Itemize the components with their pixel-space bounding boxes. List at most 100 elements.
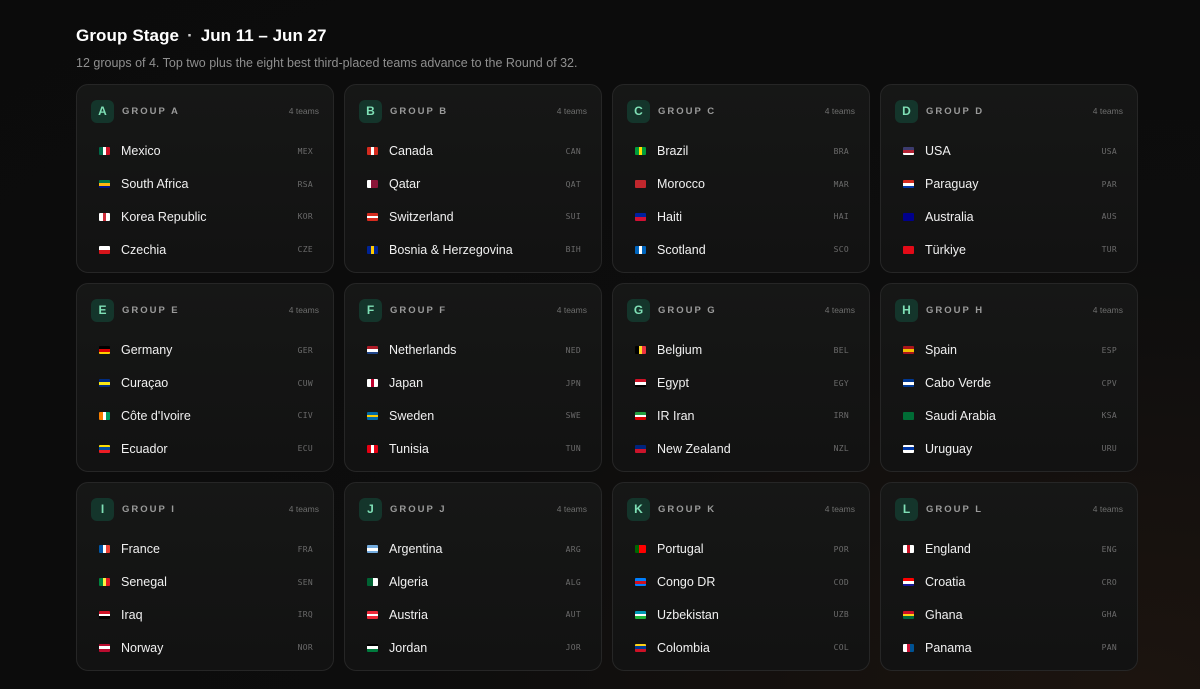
team-name: Sweden [389, 408, 435, 423]
group-card-e[interactable]: E GROUP E 4 teams Germany GER Curaçao CUW Côte … [76, 283, 334, 472]
flag-icon [635, 379, 646, 388]
team-row[interactable]: Senegal SEN [91, 566, 319, 599]
team-name: Türkiye [925, 242, 966, 257]
team-row[interactable]: Paraguay PAR [895, 168, 1123, 201]
group-card-k[interactable]: K GROUP K 4 teams Portugal POR Congo DR COD Uzb… [612, 482, 870, 671]
group-label: GROUP H [926, 304, 985, 316]
team-name: Iraq [121, 607, 143, 622]
group-card-header: A GROUP A 4 teams [91, 99, 319, 123]
team-name: Panama [925, 640, 972, 655]
team-row[interactable]: Sweden SWE [359, 400, 587, 433]
group-card-c[interactable]: C GROUP C4 teams Brazil BRA Morocco MAR Haiti H… [612, 84, 870, 273]
team-row[interactable]: Qatar QAT [359, 168, 587, 201]
team-code: CIV [297, 411, 313, 421]
team-row[interactable]: Congo DR COD [627, 566, 855, 599]
team-row[interactable]: Curaçao CUW [91, 367, 319, 400]
team-row[interactable]: Colombia COL [627, 631, 855, 664]
flag-icon [99, 545, 110, 554]
team-count: 4 teams [824, 305, 855, 315]
team-row[interactable]: New Zealand NZL [627, 432, 855, 465]
team-row[interactable]: Switzerland SUI [359, 201, 587, 234]
team-row[interactable]: Saudi Arabia KSA [895, 400, 1123, 433]
team-row[interactable]: Croatia CRO [895, 566, 1123, 599]
team-row[interactable]: Cabo Verde CPV [895, 367, 1123, 400]
team-row[interactable]: England ENG [895, 533, 1123, 566]
team-code: PAR [1101, 179, 1117, 189]
team-row[interactable]: Haiti HAI [627, 201, 855, 234]
team-name: Norway [121, 640, 164, 655]
team-row[interactable]: Iraq IRQ [91, 599, 319, 632]
team-row[interactable]: Jordan JOR [359, 631, 587, 664]
team-row[interactable]: Japan JPN [359, 367, 587, 400]
flag-icon [99, 379, 110, 388]
team-row[interactable]: Australia AUS [895, 201, 1123, 234]
flag-icon [903, 346, 914, 355]
team-row[interactable]: France FRA [91, 533, 319, 566]
group-card-a[interactable]: A GROUP A 4 teams Mexico MEX South Africa RSA K… [76, 84, 334, 273]
team-row[interactable]: Ghana GHA [895, 599, 1123, 632]
team-row[interactable]: USA USA [895, 135, 1123, 168]
team-row[interactable]: Morocco MAR [627, 168, 855, 201]
team-row[interactable]: South Africa RSA [91, 168, 319, 201]
team-row[interactable]: Panama PAN [895, 631, 1123, 664]
team-row[interactable]: Spain ESP [895, 334, 1123, 367]
team-row[interactable]: Canada CAN [359, 135, 587, 168]
team-name: Australia [925, 209, 974, 224]
team-count: 4 teams [288, 504, 319, 514]
flag-icon [367, 643, 378, 652]
flag-icon [99, 147, 110, 156]
team-name: IR Iran [657, 408, 695, 423]
team-row[interactable]: Argentina ARG [359, 533, 587, 566]
team-row[interactable]: Egypt EGY [627, 367, 855, 400]
team-row[interactable]: Uzbekistan UZB [627, 599, 855, 632]
team-row[interactable]: Austria AUT [359, 599, 587, 632]
team-row[interactable]: Ecuador ECU [91, 432, 319, 465]
team-row[interactable]: Bosnia & Herzegovina BIH [359, 233, 587, 266]
team-row[interactable]: Uruguay URU [895, 432, 1123, 465]
group-label: GROUP F [390, 304, 448, 316]
team-name: Switzerland [389, 209, 454, 224]
group-card-j[interactable]: J GROUP J 4 teams Argentina ARG Algeria ALG Aus… [344, 482, 602, 671]
groups-grid: A GROUP A 4 teams Mexico MEX South Africa RSA K… [76, 84, 1138, 671]
team-row[interactable]: Mexico MEX [91, 135, 319, 168]
team-row[interactable]: Belgium BEL [627, 334, 855, 367]
group-card-g[interactable]: G GROUP G 4 teams Belgium BEL Egypt EGY IR Iran… [612, 283, 870, 472]
team-row[interactable]: Tunisia TUN [359, 432, 587, 465]
flag-icon [99, 411, 110, 420]
team-code: NOR [297, 643, 313, 653]
team-row[interactable]: Côte d'Ivoire CIV [91, 400, 319, 433]
flag-icon [903, 147, 914, 156]
team-row[interactable]: Germany GER [91, 334, 319, 367]
team-row[interactable]: Korea Republic KOR [91, 201, 319, 234]
team-name: Paraguay [925, 177, 979, 192]
team-code: CAN [565, 146, 581, 156]
flag-icon [99, 610, 110, 619]
team-code: TUR [1101, 245, 1117, 255]
group-card-b[interactable]: B GROUP B 4 teams Canada CAN Qatar QAT Switzerl… [344, 84, 602, 273]
team-code: QAT [565, 179, 581, 189]
group-card-i[interactable]: I GROUP I 4 teams France FRA Senegal SEN Iraq IR… [76, 482, 334, 671]
team-name: Morocco [657, 177, 705, 192]
team-name: Curaçao [121, 376, 169, 391]
group-card-header: H GROUP H 4 teams [895, 298, 1123, 322]
team-row[interactable]: Czechia CZE [91, 233, 319, 266]
team-row[interactable]: Brazil BRA [627, 135, 855, 168]
group-card-f[interactable]: F GROUP F 4 teams Netherlands NED Japan JPN Swe… [344, 283, 602, 472]
team-row[interactable]: Algeria ALG [359, 566, 587, 599]
flag-icon [635, 643, 646, 652]
group-label: GROUP B [390, 105, 449, 117]
team-row[interactable]: IR Iran IRN [627, 400, 855, 433]
team-code: KSA [1101, 411, 1117, 421]
team-name: Croatia [925, 575, 966, 590]
team-row[interactable]: Netherlands NED [359, 334, 587, 367]
team-count: 4 teams [556, 504, 587, 514]
team-code: BIH [565, 245, 581, 255]
group-card-d[interactable]: D GROUP D 4 teams USA USA Paraguay PAR Australi… [880, 84, 1138, 273]
team-row[interactable]: Norway NOR [91, 631, 319, 664]
page-subtitle: 12 groups of 4. Top two plus the eight b… [76, 56, 578, 70]
team-row[interactable]: Scotland SCO [627, 233, 855, 266]
team-row[interactable]: Türkiye TUR [895, 233, 1123, 266]
group-card-h[interactable]: H GROUP H 4 teams Spain ESP Cabo Verde CPV Saud… [880, 283, 1138, 472]
group-card-l[interactable]: L GROUP L 4 teams England ENG Croatia CRO Ghana… [880, 482, 1138, 671]
team-row[interactable]: Portugal POR [627, 533, 855, 566]
